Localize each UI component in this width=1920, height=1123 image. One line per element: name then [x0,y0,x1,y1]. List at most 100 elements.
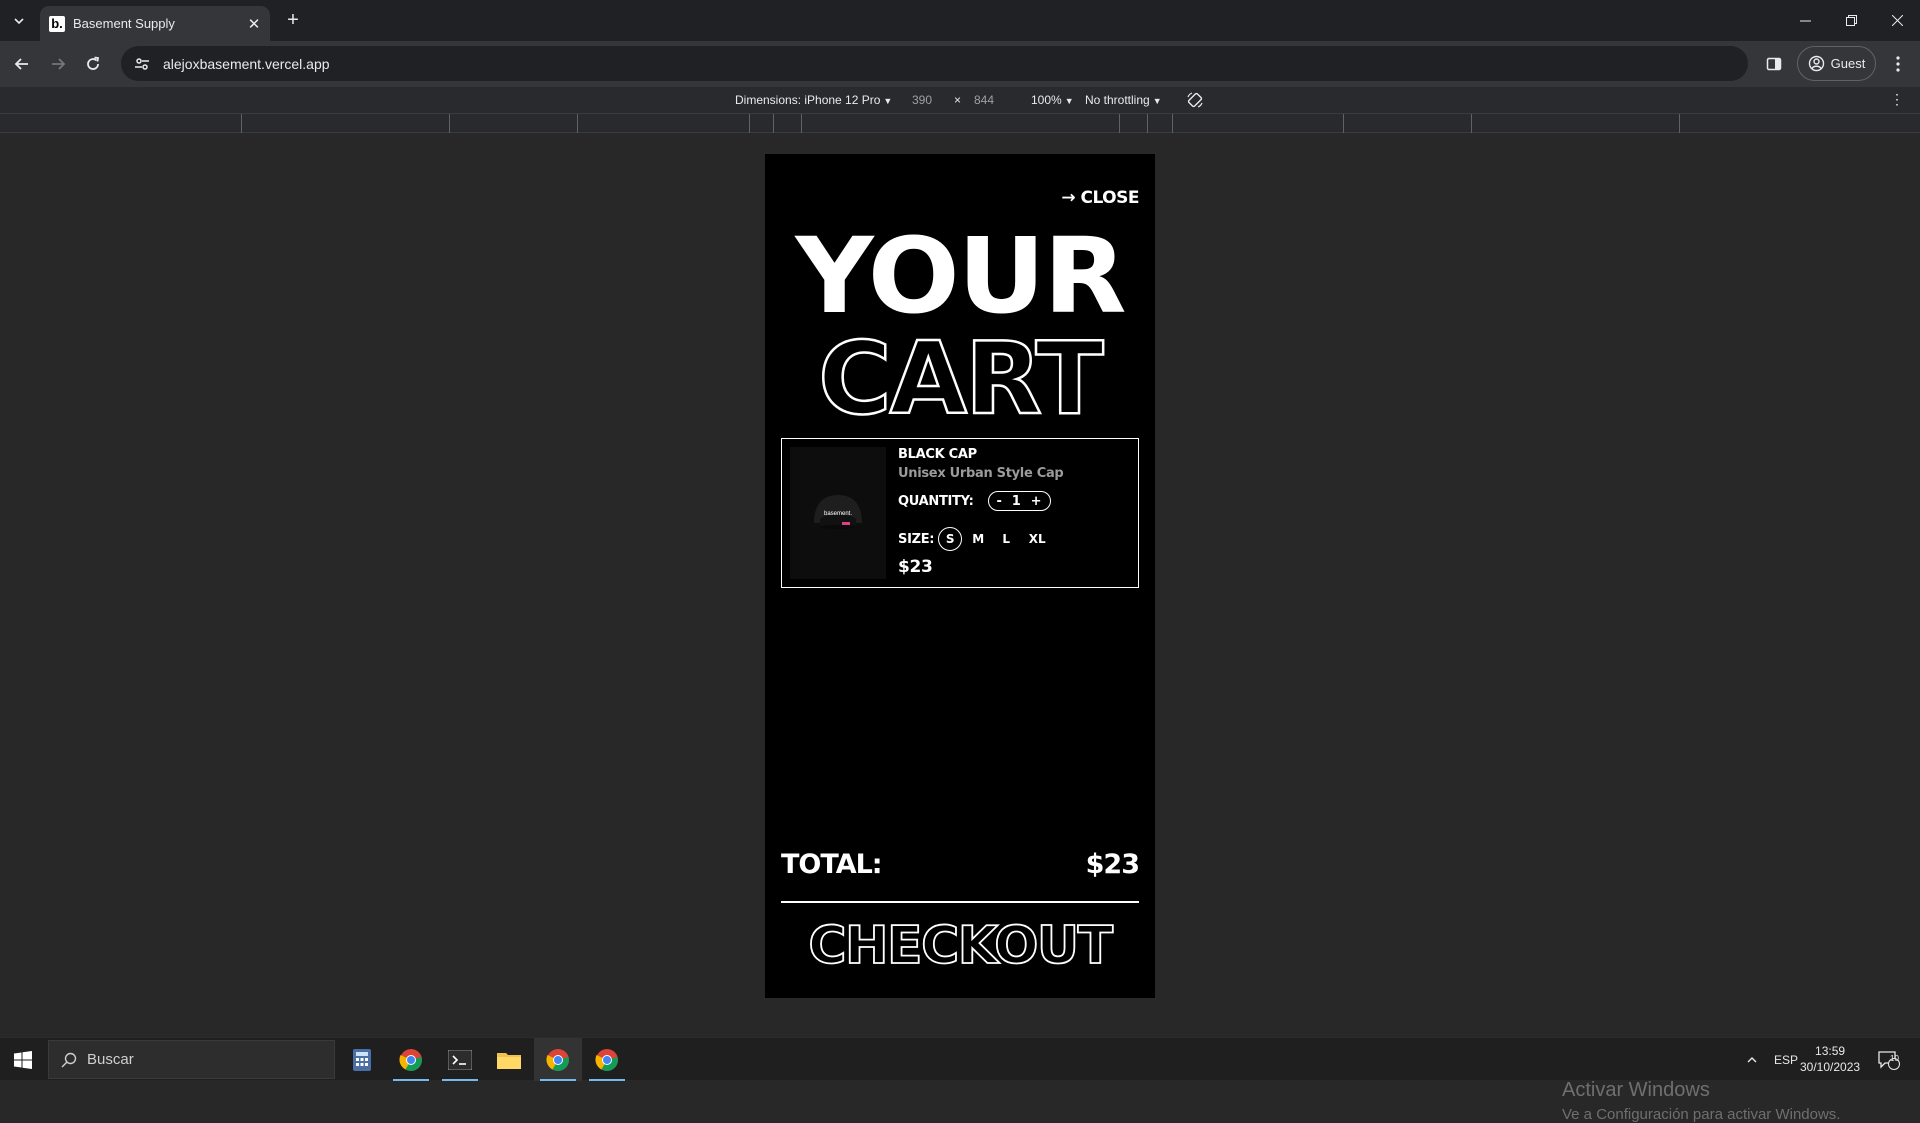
quantity-label: QUANTITY: [898,493,974,509]
product-price: $23 [898,557,933,577]
activation-subtitle: Ve a Configuración para activar Windows. [1562,1106,1841,1123]
account-icon [1808,55,1824,72]
taskbar-chrome-2[interactable] [534,1038,582,1081]
taskbar-search[interactable]: Buscar [48,1040,335,1079]
zoom-select[interactable]: 100% ▼ [1031,93,1074,107]
new-tab-button[interactable]: + [281,9,305,33]
browser-menu-button[interactable] [1886,52,1910,76]
quantity-value: 1 [1011,493,1021,509]
quantity-decrease-button[interactable]: - [997,494,1002,509]
taskbar-chrome-3[interactable] [583,1038,631,1081]
total-label: TOTAL: [781,849,883,880]
reload-button[interactable] [79,50,107,78]
side-panel-button[interactable] [1762,52,1786,76]
chevron-down-icon [14,18,24,25]
search-icon [61,1052,77,1067]
checkout-button[interactable]: CHECKOUT [765,915,1155,977]
device-toolbar-more-icon[interactable]: ⋮ [1890,91,1904,108]
size-option-l[interactable]: L [994,527,1018,551]
tab-title: Basement Supply [73,16,175,31]
chrome-icon [399,1048,422,1071]
favicon-icon: b. [49,15,65,32]
chevron-up-icon [1747,1056,1757,1062]
cart-heading-cart: CART [817,320,1105,437]
quantity-row: QUANTITY: - 1 + [898,491,1063,511]
browser-titlebar: b. Basement Supply ✕ + [0,0,1920,41]
size-row: SIZE: S M L XL [898,527,1063,551]
restore-button[interactable] [1828,0,1874,41]
cart-heading-your: YOUR [795,215,1126,337]
side-panel-icon [1766,57,1782,71]
tab-basement-supply[interactable]: b. Basement Supply ✕ [40,6,270,41]
clock-time: 13:59 [1815,1044,1846,1058]
cart-page: → CLOSE YOUR CART basement. BLACK CAP Un… [765,154,1155,998]
close-icon [1891,15,1903,26]
reload-icon [87,56,100,70]
language-indicator[interactable]: ESP [1774,1038,1798,1081]
device-toolbar: Dimensions: iPhone 12 Pro ▼ 390 × 844 100… [0,87,1920,114]
quantity-increase-button[interactable]: + [1031,494,1042,509]
size-label: SIZE: [898,531,935,547]
product-name: BLACK CAP [898,447,977,462]
taskbar-calculator[interactable] [338,1038,386,1081]
height-input[interactable]: 844 [974,93,994,107]
svg-text:basement.: basement. [824,511,852,517]
tab-search-button[interactable] [7,9,31,33]
close-cart-link[interactable]: → CLOSE [1061,188,1139,208]
profile-label: Guest [1830,56,1866,71]
arrow-right-icon [52,58,66,70]
zoom-label: 100% [1031,93,1062,107]
calculator-icon [353,1048,371,1071]
caret-down-icon: ▼ [1152,96,1162,106]
url-text: alejoxbasement.vercel.app [163,55,330,72]
start-button[interactable] [0,1038,46,1081]
back-button[interactable] [8,50,36,78]
windows-logo-icon [14,1050,32,1069]
address-bar[interactable]: alejoxbasement.vercel.app [121,46,1748,81]
windows-activation-watermark: Activar Windows Ve a Configuración para … [1562,1079,1840,1123]
taskbar-terminal[interactable] [436,1038,484,1081]
minimize-icon [1799,20,1811,22]
product-description: Unisex Urban Style Cap [898,466,1064,481]
profile-guest-button[interactable]: Guest [1797,46,1876,81]
terminal-icon [448,1049,472,1070]
clock-date: 30/10/2023 [1800,1060,1861,1074]
arrow-left-icon [14,58,28,70]
rotate-icon[interactable] [1186,91,1204,109]
chrome-icon [595,1048,618,1071]
browser-toolbar: alejoxbasement.vercel.app Guest [0,41,1920,87]
windows-taskbar: Buscar ESP 13:59 30/10/2023 10 [0,1037,1920,1081]
taskbar-chrome-1[interactable] [387,1038,435,1081]
product-image: basement. [790,447,886,579]
width-input[interactable]: 390 [912,93,932,107]
device-label: Dimensions: iPhone 12 Pro [735,93,881,107]
folder-icon [497,1052,521,1069]
cart-item: basement. BLACK CAP Unisex Urban Style C… [781,438,1139,588]
close-window-button[interactable] [1874,0,1920,41]
taskbar-clock[interactable]: 13:59 30/10/2023 [1800,1043,1860,1075]
notifications-button[interactable]: 10 [1878,1038,1900,1081]
minimize-button[interactable] [1782,0,1828,41]
taskbar-file-explorer[interactable] [485,1038,533,1081]
caret-down-icon: ▼ [883,96,893,106]
emulated-viewport: → CLOSE YOUR CART basement. BLACK CAP Un… [0,133,1920,1123]
total-value: $23 [1085,849,1140,880]
device-select[interactable]: Dimensions: iPhone 12 Pro ▼ [735,93,892,107]
media-query-ruler [0,114,1920,133]
tray-overflow-button[interactable] [1746,1038,1758,1081]
notification-count: 10 [1890,1054,1899,1063]
black-cap-image: basement. [814,495,862,529]
site-info-icon[interactable] [133,55,151,73]
dimension-separator: × [954,93,962,107]
size-option-xl[interactable]: XL [1022,527,1052,551]
throttling-select[interactable]: No throttling ▼ [1085,93,1162,107]
kebab-menu-icon [1896,56,1900,72]
tab-close-icon[interactable]: ✕ [244,14,264,34]
throttling-label: No throttling [1085,93,1150,107]
caret-down-icon: ▼ [1064,96,1074,106]
chrome-icon [546,1048,569,1071]
forward-button[interactable] [44,50,72,78]
size-option-m[interactable]: M [966,527,990,551]
checkout-divider [781,901,1139,903]
size-option-s[interactable]: S [938,527,963,551]
